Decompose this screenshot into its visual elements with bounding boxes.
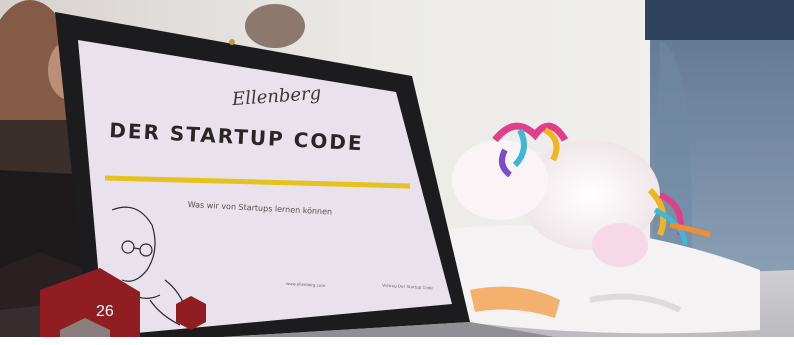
photo-scene (0, 0, 794, 337)
photo: Ellenberg DER STARTUP CODE Was wir von S… (0, 0, 794, 345)
person-background (245, 4, 305, 48)
page-number: 26 (96, 303, 114, 320)
